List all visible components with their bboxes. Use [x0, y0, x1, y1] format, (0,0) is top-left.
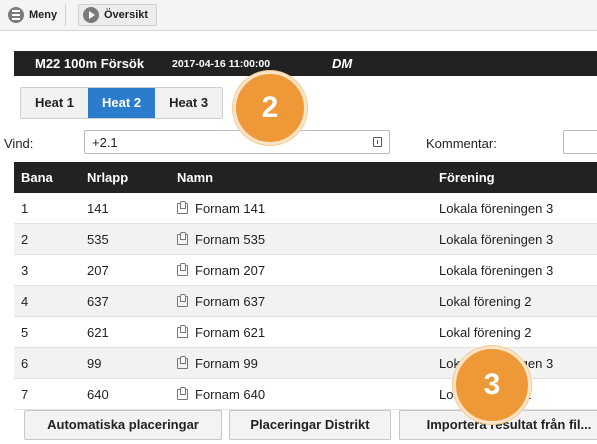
cell-forening: Lokal förening 2 [439, 285, 597, 317]
event-datetime: 2017-04-16 11:00:00 [172, 58, 271, 70]
cell-namn: Fornam 99 [177, 347, 439, 379]
athlete-name: Fornam 99 [195, 355, 258, 371]
tab-heat-1[interactable]: Heat 1 [21, 88, 89, 118]
cell-bana: 6 [14, 347, 87, 379]
wind-input[interactable] [84, 130, 390, 154]
cell-bana: 4 [14, 285, 87, 317]
tab-heat-2[interactable]: Heat 2 [88, 88, 156, 118]
cell-nrlapp: 535 [87, 223, 177, 255]
athlete-icon[interactable] [177, 293, 188, 307]
tab-heat-3[interactable]: Heat 3 [155, 88, 223, 118]
auto-placement-button[interactable]: Automatiska placeringar [24, 410, 222, 440]
athlete-name: Fornam 207 [195, 262, 266, 278]
table-row[interactable]: 3 207 Fornam 207 Lokala föreningen 3 [14, 254, 597, 286]
top-toolbar: Meny Översikt [0, 0, 597, 31]
athlete-icon[interactable] [177, 231, 188, 245]
cell-namn: Fornam 621 [177, 316, 439, 348]
event-code: DM [332, 56, 353, 71]
athlete-name: Fornam 640 [195, 386, 266, 402]
table-row[interactable]: 2 535 Fornam 535 Lokala föreningen 3 [14, 223, 597, 255]
table-header-row: Bana Nrlapp Namn Förening [14, 162, 597, 193]
cell-forening: Lokala föreningen 3 [439, 254, 597, 286]
col-header-namn[interactable]: Namn [177, 162, 439, 193]
cell-bana: 1 [14, 193, 87, 224]
athlete-name: Fornam 535 [195, 231, 266, 247]
cell-forening: Lokal förening 2 [439, 316, 597, 348]
athlete-icon[interactable] [177, 262, 188, 276]
cell-bana: 5 [14, 316, 87, 348]
athlete-icon[interactable] [177, 324, 188, 338]
cell-bana: 7 [14, 378, 87, 410]
menu-icon [8, 7, 24, 23]
table-row[interactable]: 4 637 Fornam 637 Lokal förening 2 [14, 285, 597, 317]
athlete-icon[interactable] [177, 355, 188, 369]
comment-input[interactable] [563, 130, 597, 154]
district-placement-button[interactable]: Placeringar Distrikt [229, 410, 391, 440]
cell-nrlapp: 640 [87, 378, 177, 410]
cell-forening: Lokala föreningen 3 [439, 193, 597, 224]
cell-namn: Fornam 207 [177, 254, 439, 286]
col-header-nrlapp[interactable]: Nrlapp [87, 162, 177, 193]
cell-bana: 2 [14, 223, 87, 255]
cell-nrlapp: 207 [87, 254, 177, 286]
col-header-bana[interactable]: Bana [14, 162, 87, 193]
athlete-name: Fornam 621 [195, 324, 266, 340]
cell-nrlapp: 621 [87, 316, 177, 348]
athlete-name: Fornam 637 [195, 293, 266, 309]
cell-namn: Fornam 141 [177, 193, 439, 224]
wind-label: Vind: [4, 136, 34, 151]
col-header-forening[interactable]: Förening [439, 162, 597, 193]
menu-button-label: Meny [29, 9, 58, 21]
cell-namn: Fornam 535 [177, 223, 439, 255]
cell-bana: 3 [14, 254, 87, 286]
athlete-icon[interactable] [177, 200, 188, 214]
event-title: M22 100m Försök [35, 56, 145, 71]
cell-nrlapp: 141 [87, 193, 177, 224]
field-info-icon [373, 137, 382, 147]
event-header: M22 100m Försök 2017-04-16 11:00:00 DM [14, 51, 597, 76]
cell-forening: Lokala föreningen 3 [439, 223, 597, 255]
overview-button[interactable]: Översikt [78, 4, 158, 26]
menu-button[interactable]: Meny [4, 4, 67, 26]
cell-nrlapp: 637 [87, 285, 177, 317]
cell-namn: Fornam 640 [177, 378, 439, 410]
cell-nrlapp: 99 [87, 347, 177, 379]
arrow-right-icon [83, 7, 99, 23]
heat-tabs: Heat 1 Heat 2 Heat 3 [20, 87, 224, 119]
table-row[interactable]: 1 141 Fornam 141 Lokala föreningen 3 [14, 193, 597, 224]
cell-namn: Fornam 637 [177, 285, 439, 317]
table-row[interactable]: 5 621 Fornam 621 Lokal förening 2 [14, 316, 597, 348]
overview-button-label: Översikt [104, 9, 149, 21]
athlete-icon[interactable] [177, 386, 188, 400]
callout-badge-2: 2 [233, 71, 307, 145]
athlete-name: Fornam 141 [195, 200, 266, 216]
comment-label: Kommentar: [426, 136, 497, 151]
callout-badge-3: 3 [453, 346, 531, 424]
